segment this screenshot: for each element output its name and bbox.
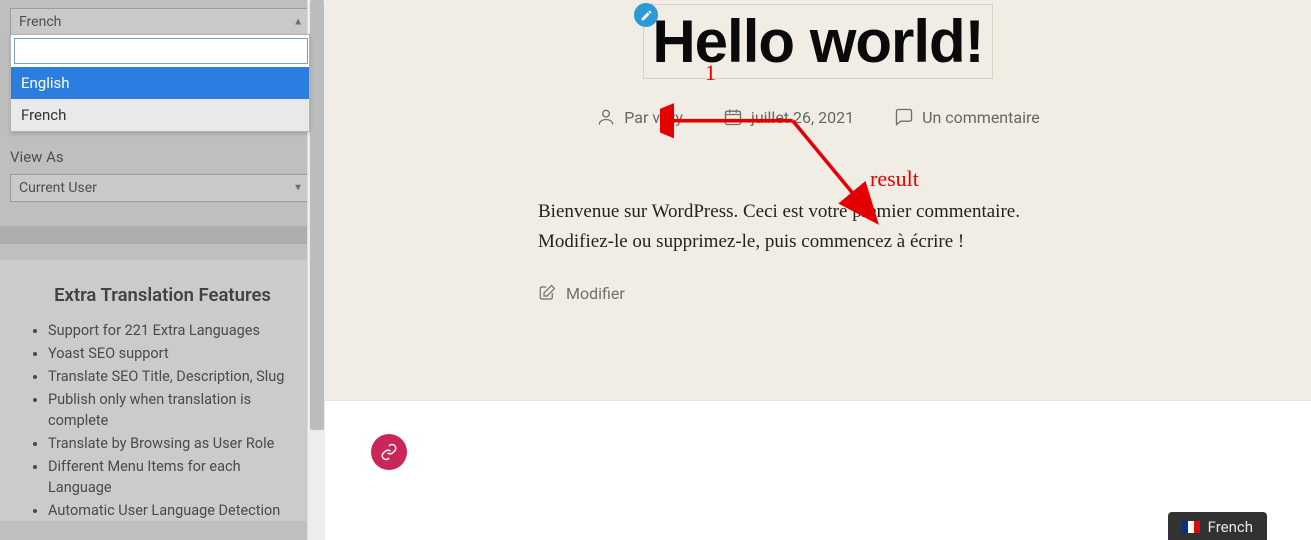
view-as-label: View As: [10, 148, 315, 166]
annotation-label-result: result: [870, 166, 919, 192]
date-text: juillet 26, 2021: [751, 108, 854, 127]
edit-link-label: Modifier: [566, 284, 625, 303]
list-item: Translate by Browsing as User Role: [48, 433, 301, 454]
customizer-sidebar: French ▲ English French View As Current …: [0, 0, 325, 540]
post-title-block[interactable]: Hello world!: [643, 4, 992, 79]
calendar-icon: [723, 107, 743, 127]
list-item: Automatic User Language Detection: [48, 500, 301, 521]
author-meta[interactable]: Par vyvy: [596, 107, 683, 127]
comments-meta[interactable]: Un commentaire: [894, 107, 1040, 127]
edit-icon: [538, 284, 556, 302]
option-label: French: [21, 106, 66, 124]
features-title: Extra Translation Features: [24, 284, 301, 306]
panel-divider: [0, 226, 325, 244]
caret-up-icon: ▲: [293, 17, 303, 28]
list-item: Yoast SEO support: [48, 343, 301, 364]
permalink-fab[interactable]: [371, 434, 407, 470]
list-item: Support for 221 Extra Languages: [48, 320, 301, 341]
caret-down-icon: ▼: [293, 183, 303, 194]
link-icon: [380, 443, 398, 461]
language-option-english[interactable]: English: [11, 67, 309, 99]
preview-pane: Hello world! Par vyvy juillet 26, 2021 U…: [325, 0, 1311, 540]
author-text: Par vyvy: [624, 108, 683, 127]
view-as-value: Current User: [19, 180, 97, 196]
language-switcher-badge[interactable]: French: [1168, 512, 1267, 540]
list-item: Publish only when translation is complet…: [48, 389, 301, 431]
date-meta[interactable]: juillet 26, 2021: [723, 107, 854, 127]
list-item: Different Menu Items for each Language: [48, 456, 301, 498]
option-label: English: [21, 74, 70, 92]
preview-footer: [325, 400, 1311, 540]
list-item: Translate SEO Title, Description, Slug: [48, 366, 301, 387]
features-list: Support for 221 Extra Languages Yoast SE…: [24, 320, 301, 521]
post-content: Bienvenue sur WordPress. Ceci est votre …: [538, 197, 1098, 258]
language-search-input[interactable]: [14, 38, 308, 64]
post-meta: Par vyvy juillet 26, 2021 Un commentaire: [325, 107, 1311, 127]
language-dropdown: English French: [10, 34, 310, 132]
language-select[interactable]: French ▲: [10, 8, 310, 36]
language-option-french[interactable]: French: [11, 99, 309, 131]
language-select-value: French: [19, 14, 61, 30]
flag-france-icon: [1182, 521, 1200, 533]
pencil-icon: [640, 9, 653, 22]
language-badge-label: French: [1208, 518, 1253, 536]
comments-text: Un commentaire: [922, 108, 1040, 127]
user-icon: [596, 107, 616, 127]
comment-icon: [894, 107, 914, 127]
post-title: Hello world!: [652, 7, 983, 76]
view-as-select[interactable]: Current User ▼: [10, 174, 310, 202]
edit-post-link[interactable]: Modifier: [538, 284, 1098, 303]
features-panel: Extra Translation Features Support for 2…: [0, 260, 325, 521]
scrollbar-thumb[interactable]: [310, 0, 324, 430]
